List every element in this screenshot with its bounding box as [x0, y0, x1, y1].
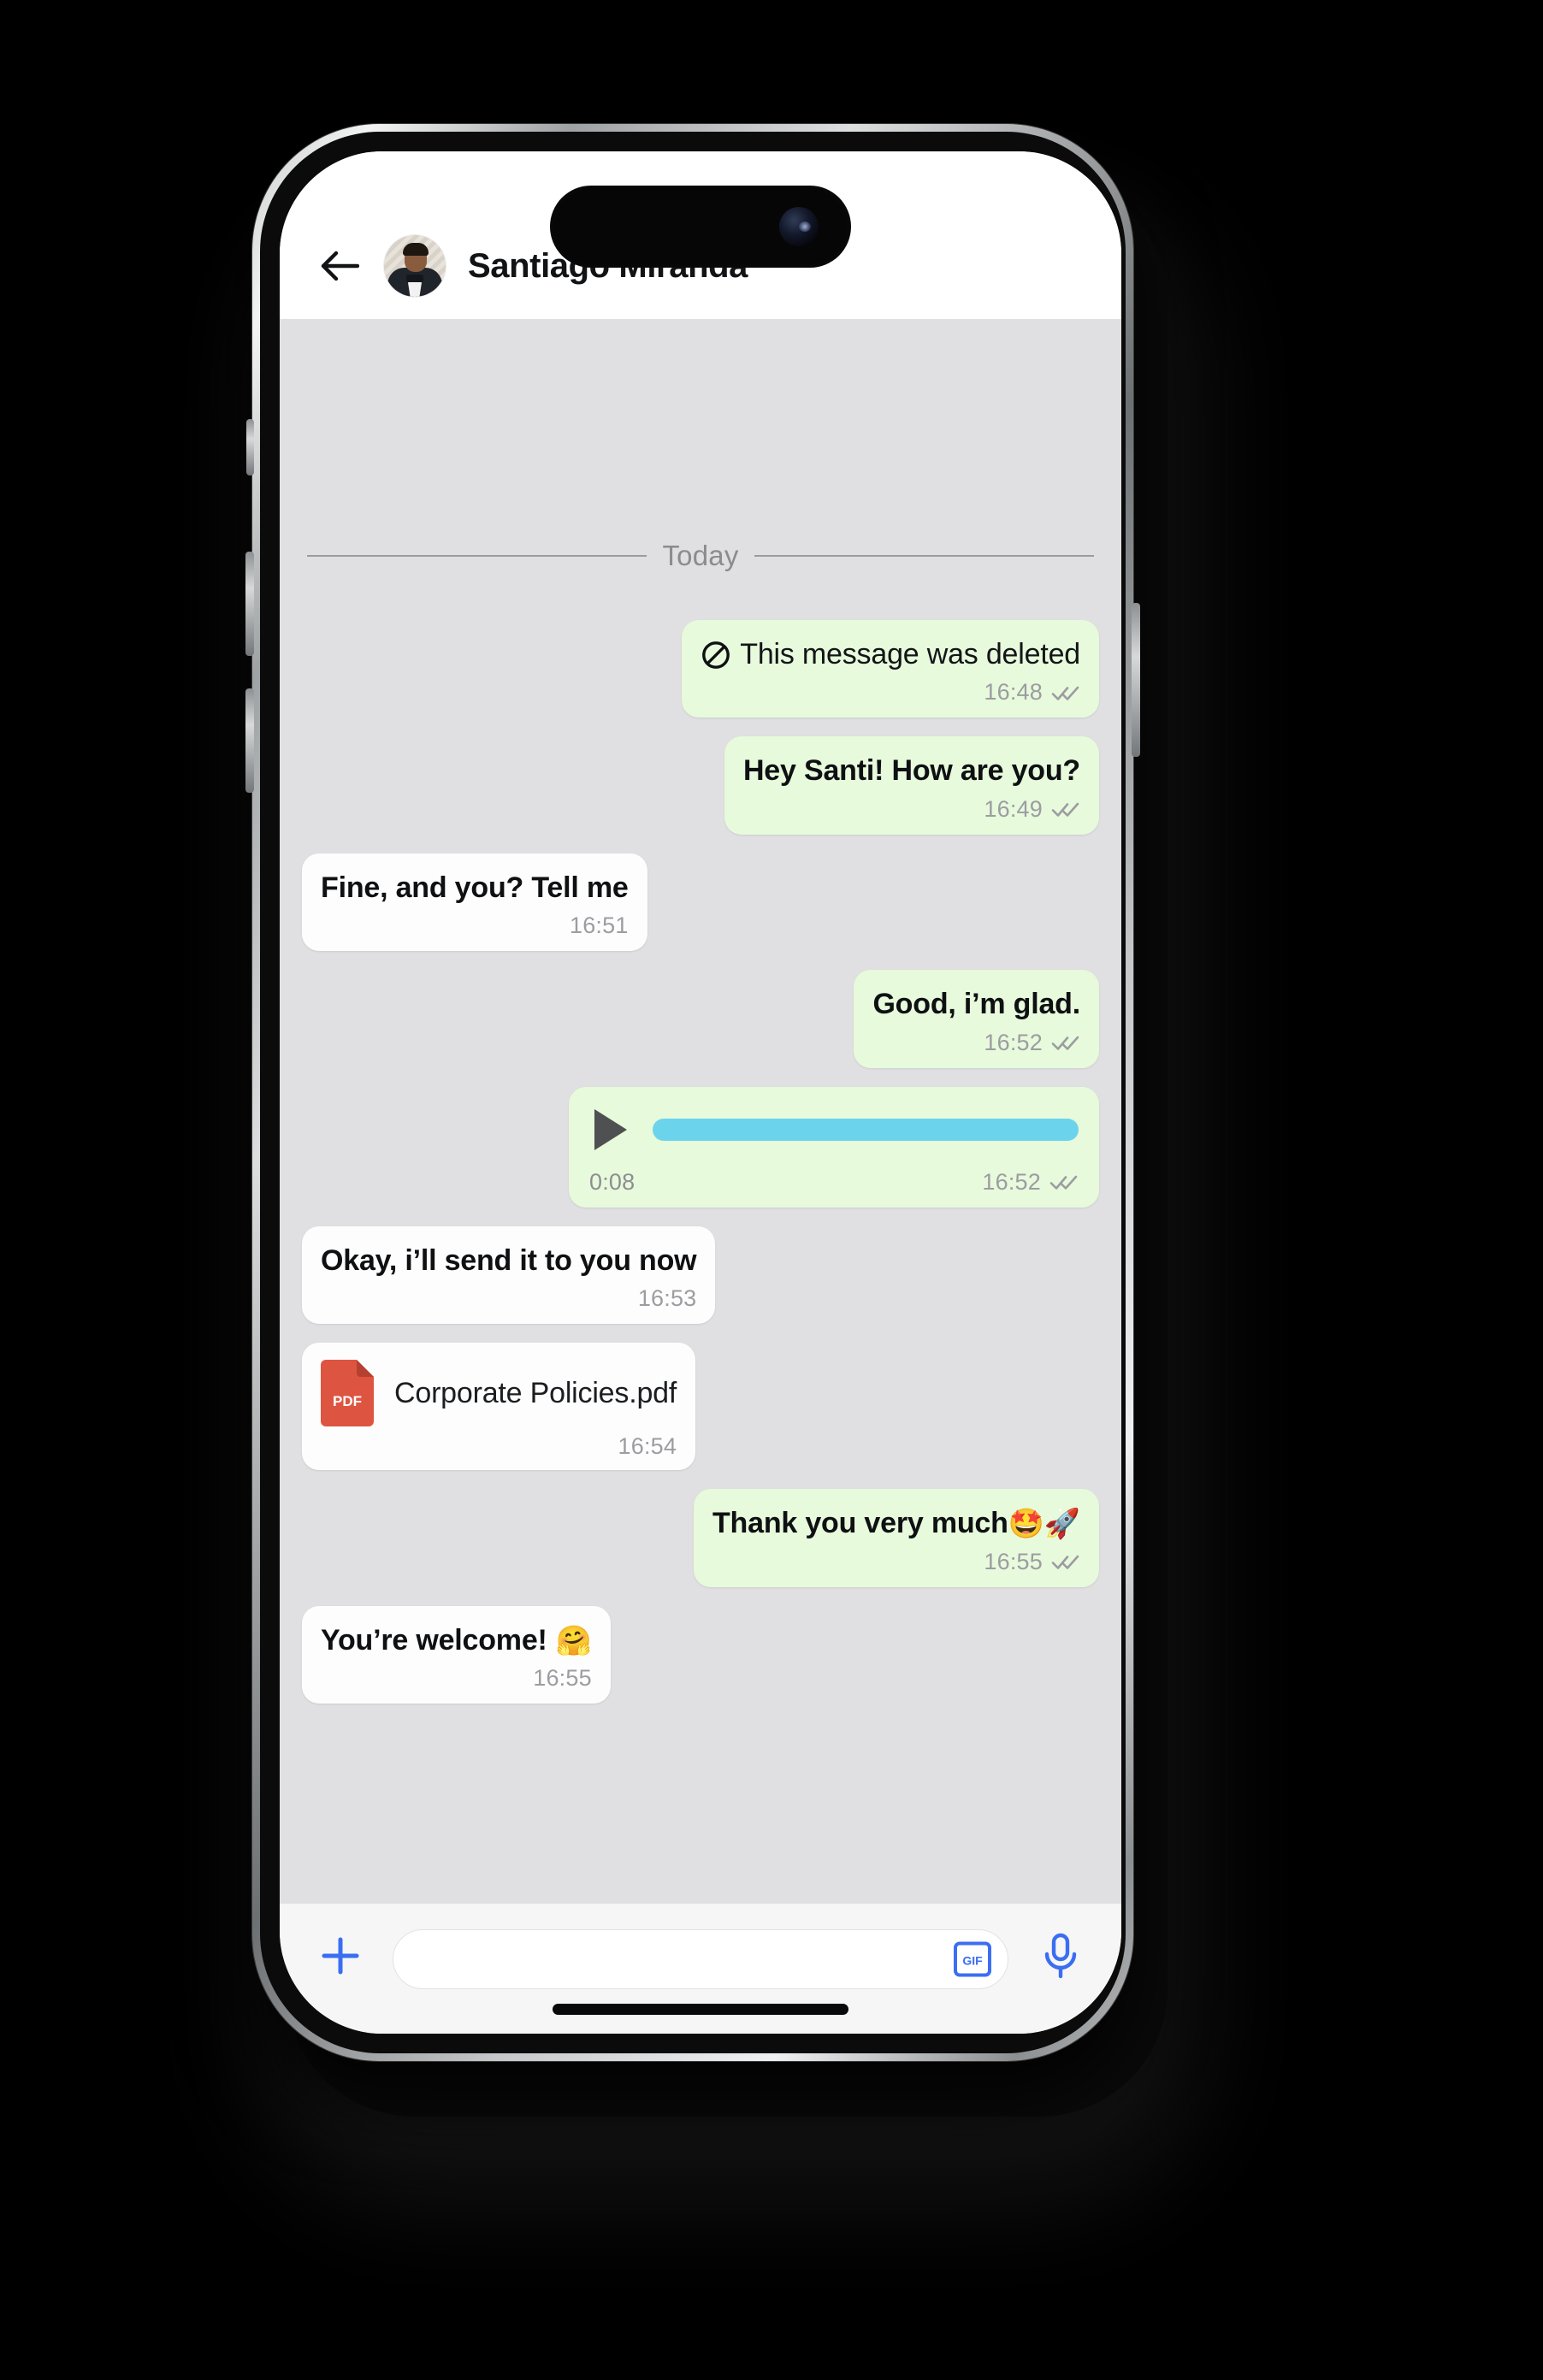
message-time: 16:52 — [984, 1029, 1043, 1055]
message-meta: 16:54 — [321, 1433, 677, 1460]
read-ticks-icon — [1049, 1172, 1079, 1191]
message-time: 16:49 — [984, 795, 1043, 822]
message-bubble[interactable]: Fine, and you? Tell me 16:51 — [302, 853, 647, 952]
document-message-bubble[interactable]: PDF Corporate Policies.pdf 16:54 — [302, 1343, 696, 1471]
message-row: Hey Santi! How are you? 16:49 — [302, 736, 1099, 835]
message-time: 16:48 — [984, 679, 1043, 706]
svg-text:PDF: PDF — [333, 1393, 362, 1409]
message-row: Fine, and you? Tell me 16:51 — [302, 853, 1099, 952]
avatar-hair — [403, 243, 429, 256]
chat-message-list[interactable]: Today This message was deleted 16:48 Hey… — [280, 319, 1121, 1904]
avatar[interactable] — [384, 235, 446, 297]
message-meta: 16:51 — [321, 912, 629, 939]
read-ticks-icon — [1051, 800, 1080, 818]
message-bubble-deleted[interactable]: This message was deleted 16:48 — [682, 620, 1099, 718]
message-time: 16:54 — [618, 1433, 677, 1460]
voice-message-bubble[interactable]: 0:08 16:52 — [569, 1086, 1099, 1208]
silent-switch-button[interactable] — [246, 419, 254, 475]
gif-icon[interactable]: GIF — [953, 1940, 992, 1979]
message-text: Okay, i’ll send it to you now — [321, 1243, 697, 1277]
message-bubble[interactable]: Hey Santi! How are you? 16:49 — [724, 736, 1099, 835]
voice-duration: 0:08 — [589, 1168, 636, 1195]
message-meta: 16:55 — [321, 1665, 592, 1692]
message-text: You’re welcome! — [321, 1623, 547, 1657]
volume-up-button[interactable] — [245, 552, 254, 656]
message-text: Hey Santi! How are you? — [742, 754, 1080, 788]
message-row: Okay, i’ll send it to you now 16:53 — [302, 1225, 1099, 1325]
day-divider-label: Today — [662, 540, 739, 571]
message-emoji: 🤩🚀 — [1008, 1508, 1080, 1541]
message-meta: 16:55 — [712, 1549, 1080, 1575]
microphone-icon[interactable] — [1034, 1929, 1087, 1982]
message-bubble[interactable]: Thank you very much 🤩🚀 16:55 — [693, 1489, 1099, 1587]
volume-down-button[interactable] — [245, 688, 254, 793]
message-time: 16:55 — [984, 1548, 1043, 1574]
message-time: 16:52 — [982, 1168, 1041, 1195]
document-file-name: Corporate Policies.pdf — [394, 1376, 677, 1409]
day-divider: Today — [302, 540, 1099, 572]
divider-line-left — [307, 555, 647, 557]
message-row: 0:08 16:52 — [302, 1086, 1099, 1208]
message-time: 16:53 — [637, 1285, 697, 1312]
message-meta: 16:48 — [701, 679, 1080, 706]
svg-text:GIF: GIF — [962, 1954, 983, 1968]
prohibition-icon — [701, 640, 731, 670]
phone-frame: Santiago Miranda Today — [245, 124, 1140, 2061]
message-row: Good, i’m glad. 16:52 — [302, 970, 1099, 1068]
divider-line-right — [754, 555, 1094, 557]
power-button[interactable] — [1132, 603, 1140, 757]
voice-waveform-track[interactable] — [653, 1118, 1079, 1141]
message-meta: 16:53 — [321, 1285, 696, 1312]
message-text: Fine, and you? Tell me — [321, 871, 629, 904]
plus-icon[interactable] — [314, 1929, 367, 1982]
message-meta: 16:49 — [743, 796, 1080, 823]
home-indicator[interactable] — [553, 2004, 848, 2015]
read-ticks-icon — [1051, 1033, 1080, 1052]
message-text: Thank you very much — [712, 1507, 1008, 1540]
message-row: This message was deleted 16:48 — [302, 620, 1099, 718]
pdf-file-icon: PDF — [321, 1360, 374, 1427]
message-row: Thank you very much 🤩🚀 16:55 — [302, 1489, 1099, 1587]
message-bubble[interactable]: Okay, i’ll send it to you now 16:53 — [302, 1225, 716, 1325]
message-input-field[interactable]: GIF — [393, 1929, 1008, 1989]
message-time: 16:55 — [533, 1665, 592, 1692]
message-meta: 16:52 — [872, 1030, 1080, 1056]
message-time: 16:51 — [570, 912, 629, 939]
back-arrow-icon[interactable] — [317, 244, 362, 288]
message-emoji: 🤗 — [555, 1624, 592, 1657]
play-icon[interactable] — [594, 1108, 627, 1150]
avatar-bowtie — [406, 275, 423, 282]
phone-mockup: Santiago Miranda Today — [245, 124, 1168, 2117]
message-bubble[interactable]: You’re welcome! 🤗 16:55 — [302, 1605, 611, 1704]
message-text: Good, i’m glad. — [872, 988, 1080, 1021]
phone-screen: Santiago Miranda Today — [280, 151, 1121, 2034]
message-row: You’re welcome! 🤗 16:55 — [302, 1605, 1099, 1704]
phone-bezel: Santiago Miranda Today — [260, 132, 1126, 2053]
read-ticks-icon — [1051, 683, 1080, 702]
message-bubble[interactable]: Good, i’m glad. 16:52 — [854, 970, 1099, 1068]
read-ticks-icon — [1051, 1552, 1080, 1571]
message-row: PDF Corporate Policies.pdf 16:54 — [302, 1343, 1099, 1471]
dynamic-island — [550, 186, 851, 268]
message-text: This message was deleted — [740, 638, 1080, 670]
